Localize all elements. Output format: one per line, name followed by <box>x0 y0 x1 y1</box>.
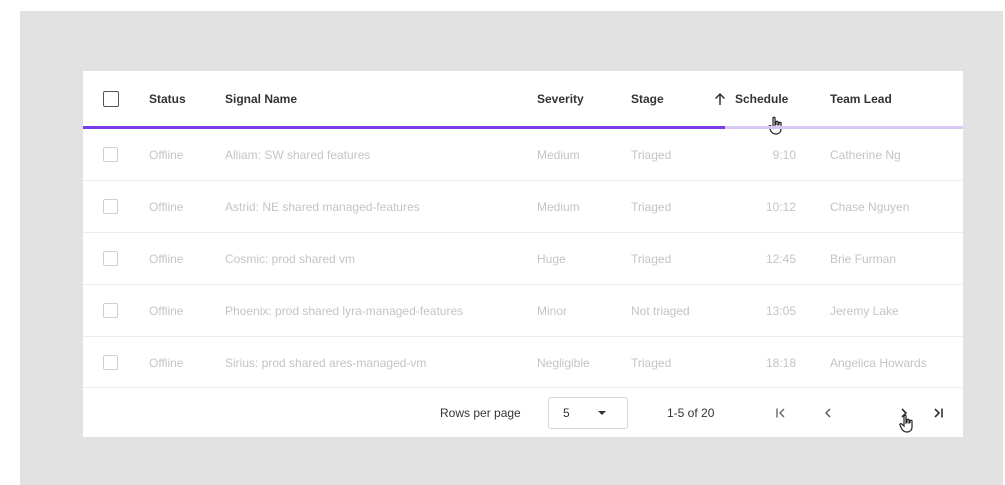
schedule-cell: 13:05 <box>765 303 796 318</box>
severity-cell: Medium <box>537 199 580 214</box>
status-cell: Offline <box>149 251 184 266</box>
column-header-team-lead[interactable]: Team Lead <box>830 71 892 126</box>
chevron-left-icon <box>825 408 831 418</box>
severity-cell: Medium <box>537 147 580 162</box>
table-row[interactable]: Offline Alliam: SW shared features Mediu… <box>83 129 963 181</box>
signal-name-cell: Cosmic: prod shared vm <box>225 251 356 266</box>
status-cell: Offline <box>149 303 184 318</box>
severity-cell: Huge <box>537 251 566 266</box>
row-checkbox[interactable] <box>103 147 118 162</box>
stage-cell: Triaged <box>631 251 672 266</box>
schedule-cell: 9:10 <box>772 147 796 162</box>
stage-cell: Triaged <box>631 355 672 370</box>
table-row[interactable]: Offline Astrid: NE shared managed-featur… <box>83 181 963 233</box>
column-header-stage[interactable]: Stage <box>631 71 664 126</box>
pagination-bar: Rows per page 5 1-5 of 20 <box>83 387 963 438</box>
signal-name-cell: Sirius: prod shared ares-managed-vm <box>225 355 427 370</box>
column-header-signal-name[interactable]: Signal Name <box>225 71 297 126</box>
schedule-cell: 10:12 <box>765 199 796 214</box>
last-page-icon <box>934 408 943 418</box>
table-row[interactable]: Offline Phoenix: prod shared lyra-manage… <box>83 285 963 337</box>
row-checkbox[interactable] <box>103 251 118 266</box>
schedule-cell: 18:18 <box>765 355 796 370</box>
table-row[interactable]: Offline Cosmic: prod shared vm Huge Tria… <box>83 233 963 285</box>
team-lead-cell: Catherine Ng <box>830 147 901 162</box>
select-all-checkbox[interactable] <box>103 91 119 107</box>
table-header-row: Status Signal Name Severity Stage Schedu… <box>83 71 963 135</box>
first-page-button[interactable] <box>771 388 791 438</box>
previous-page-button[interactable] <box>818 388 838 438</box>
dropdown-arrow-icon <box>598 411 606 415</box>
row-checkbox[interactable] <box>103 303 118 318</box>
page-range-text: 1-5 of 20 <box>667 406 715 420</box>
hand-cursor-icon <box>899 414 913 433</box>
team-lead-cell: Brie Furman <box>830 251 897 266</box>
signal-name-cell: Alliam: SW shared features <box>225 147 371 162</box>
rows-per-page-label: Rows per page <box>440 406 521 420</box>
last-page-button[interactable] <box>928 388 948 438</box>
status-cell: Offline <box>149 199 184 214</box>
column-header-schedule-label: Schedule <box>735 91 789 106</box>
team-lead-cell: Chase Nguyen <box>830 199 910 214</box>
severity-cell: Negligible <box>537 355 590 370</box>
table-row[interactable]: Offline Sirius: prod shared ares-managed… <box>83 337 963 388</box>
column-header-severity[interactable]: Severity <box>537 71 584 126</box>
arrow-up-icon <box>714 92 726 105</box>
signal-name-cell: Phoenix: prod shared lyra-managed-featur… <box>225 303 464 318</box>
team-lead-cell: Jeremy Lake <box>830 303 899 318</box>
stage-cell: Triaged <box>631 199 672 214</box>
data-table: Status Signal Name Severity Stage Schedu… <box>83 71 963 437</box>
row-checkbox[interactable] <box>103 355 118 370</box>
rows-per-page-value: 5 <box>563 406 570 420</box>
stage-cell: Triaged <box>631 147 672 162</box>
team-lead-cell: Angelica Howards <box>830 355 927 370</box>
severity-cell: Minor <box>537 303 568 318</box>
row-checkbox[interactable] <box>103 199 118 214</box>
stage-cell: Not triaged <box>631 303 690 318</box>
signal-name-cell: Astrid: NE shared managed-features <box>225 199 420 214</box>
first-page-icon <box>776 408 785 418</box>
column-header-status[interactable]: Status <box>149 71 186 126</box>
page-background: Status Signal Name Severity Stage Schedu… <box>20 11 1003 485</box>
schedule-cell: 12:45 <box>765 251 796 266</box>
status-cell: Offline <box>149 355 184 370</box>
rows-per-page-select[interactable]: 5 <box>548 397 628 429</box>
status-cell: Offline <box>149 147 184 162</box>
